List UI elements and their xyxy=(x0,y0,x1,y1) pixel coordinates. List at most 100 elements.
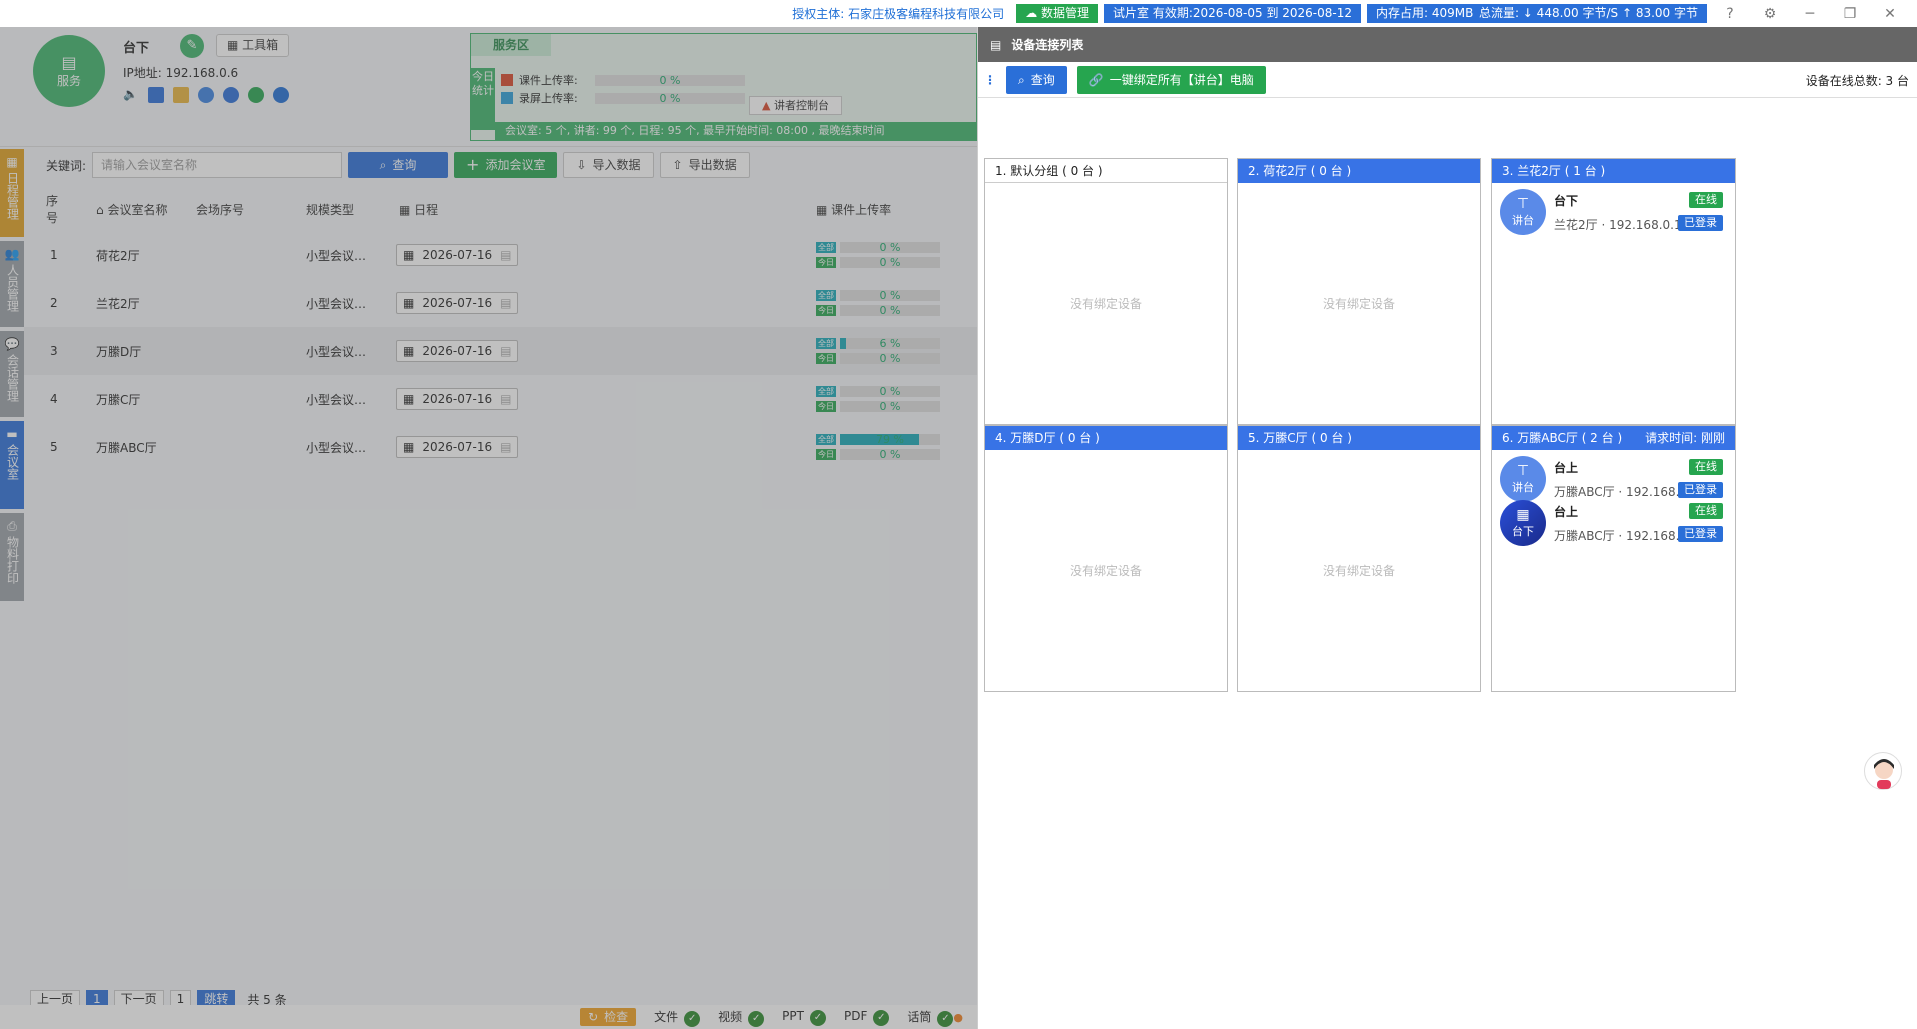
panel-query-button[interactable]: ⌕ 查询 xyxy=(1006,65,1067,94)
upload-all-bar: 6 % xyxy=(840,338,940,349)
status-file: 文件 ✓ xyxy=(654,1008,701,1027)
help-icon[interactable]: ? xyxy=(1713,6,1747,22)
row-type: 小型会议… xyxy=(306,296,367,311)
printer-icon: ⎙ xyxy=(7,519,17,533)
group-header[interactable]: 2. 荷花2厅 ( 0 台 ) xyxy=(1238,159,1480,183)
upload-today-bar: 0 % xyxy=(840,305,940,316)
upload-all: 全部 0 % xyxy=(816,242,956,253)
row-upload-rate: 全部 0 % 今日 0 % xyxy=(816,290,956,316)
upload-today-bar: 0 % xyxy=(840,401,940,412)
device-name: 台上 xyxy=(1554,505,1579,519)
device-card[interactable]: ⊤ 讲台 台上 万縢ABC厅 · 192.168.0.5 在线 已登录 xyxy=(1500,456,1727,504)
speaker-console-button[interactable]: ▲ 讲者控制台 xyxy=(749,96,842,115)
group-header[interactable]: 6. 万縢ABC厅 ( 2 台 ) 请求时间: 刚刚 xyxy=(1492,426,1735,450)
bind-all-label: 一键绑定所有【讲台】电脑 xyxy=(1109,72,1254,87)
device-name: 台下 xyxy=(1554,194,1579,208)
restore-button[interactable]: ❐ xyxy=(1833,6,1867,22)
schedule-date: 2026-07-16 xyxy=(422,248,493,262)
drag-handle-icon[interactable]: ⋮ xyxy=(984,73,996,87)
qq-icon[interactable] xyxy=(273,87,289,103)
check-button[interactable]: ↻ 检查 xyxy=(580,1008,637,1026)
nav-meeting-room-label: 会议室 xyxy=(5,444,20,480)
minimize-button[interactable]: ─ xyxy=(1793,6,1827,22)
search-icon: ⌕ xyxy=(1018,72,1025,87)
table-row[interactable]: 4 万縢C厅 小型会议… ▦ 2026-07-16 ▤ 全部 0 % 今日 0 % xyxy=(24,375,977,423)
settings-gear-icon[interactable]: ⚙ xyxy=(1753,6,1787,22)
nav-meeting-room[interactable]: ▬ 会议室 xyxy=(0,421,24,509)
schedule-date-button[interactable]: ▦ 2026-07-16 ▤ xyxy=(396,436,519,458)
group-header[interactable]: 4. 万縢D厅 ( 0 台 ) xyxy=(985,426,1227,450)
group-title: 1. 默认分组 ( 0 台 ) xyxy=(995,164,1103,178)
device-panel: ▤ 设备连接列表 ⋮ ⌕ 查询 🔗 一键绑定所有【讲台】电脑 设备在线总数: 3 台… xyxy=(977,27,1917,1029)
toolbox-button[interactable]: ▦ 工具箱 xyxy=(216,34,290,57)
quick-icons: 🔈 xyxy=(123,87,289,103)
status-mic-label: 话筒 xyxy=(907,1009,932,1024)
wechat-icon[interactable] xyxy=(248,87,264,103)
schedule-date-button[interactable]: ▦ 2026-07-16 ▤ xyxy=(396,388,519,410)
tag-all: 全部 xyxy=(816,386,836,397)
import-button[interactable]: ⇩ 导入数据 xyxy=(563,152,654,178)
group-title: 4. 万縢D厅 ( 0 台 ) xyxy=(995,431,1100,445)
keyword-label: 关键词: xyxy=(46,158,87,173)
assistant-face-icon xyxy=(1874,759,1894,789)
logged-in-badge[interactable]: 已登录 xyxy=(1678,482,1723,498)
row-name: 万縢ABC厅 xyxy=(96,440,157,455)
group-title: 5. 万縢C厅 ( 0 台 ) xyxy=(1248,431,1352,445)
table-row[interactable]: 1 荷花2厅 小型会议… ▦ 2026-07-16 ▤ 全部 0 % 今日 0 % xyxy=(24,231,977,279)
schedule-date-button[interactable]: ▦ 2026-07-16 ▤ xyxy=(396,292,519,314)
nav-schedule[interactable]: ▦ 日程管理 xyxy=(0,149,24,237)
close-button[interactable]: ✕ xyxy=(1873,6,1907,22)
upload-all: 全部 79 % xyxy=(816,434,956,445)
col-upload-label: 课件上传率 xyxy=(831,202,892,217)
row-schedule: ▦ 2026-07-16 ▤ xyxy=(396,436,816,458)
nav-people[interactable]: 👥 人员管理 xyxy=(0,241,24,327)
nav-session[interactable]: 💬 会话管理 xyxy=(0,331,24,417)
edit-icon[interactable]: ✎ xyxy=(180,34,204,58)
row-upload-rate: 全部 79 % 今日 0 % xyxy=(816,434,956,460)
add-room-button[interactable]: + 添加会议室 xyxy=(454,152,558,178)
schedule-date-button[interactable]: ▦ 2026-07-16 ▤ xyxy=(396,244,519,266)
tag-today: 今日 xyxy=(816,449,836,460)
nav-print[interactable]: ⎙ 物料打印 xyxy=(0,513,24,601)
logo-label: 服务 xyxy=(56,74,81,88)
upload-all: 全部 0 % xyxy=(816,386,956,397)
speaker-icon[interactable]: 🔈 xyxy=(123,87,139,103)
empty-group-text: 没有绑定设备 xyxy=(1069,297,1142,311)
row-schedule: ▦ 2026-07-16 ▤ xyxy=(396,244,816,266)
col-schedule-label: 日程 xyxy=(414,202,439,217)
status-pdf-label: PDF xyxy=(843,1008,868,1023)
table-row[interactable]: 5 万縢ABC厅 小型会议… ▦ 2026-07-16 ▤ 全部 79 % 今日 0 % xyxy=(24,423,977,471)
device-card[interactable]: ▦ 台下 台上 万縢ABC厅 · 192.168.0.2 在线 已登录 xyxy=(1500,500,1727,548)
logged-in-badge[interactable]: 已登录 xyxy=(1678,215,1723,231)
query-button[interactable]: ⌕ 查询 xyxy=(348,152,449,178)
empty-group-text: 没有绑定设备 xyxy=(1322,297,1395,311)
table-row[interactable]: 3 万縢D厅 小型会议… ▦ 2026-07-16 ▤ 全部 6 % 今日 0 % xyxy=(24,327,977,375)
bind-all-button[interactable]: 🔗 一键绑定所有【讲台】电脑 xyxy=(1076,65,1266,94)
status-ppt: PPT ✓ xyxy=(782,1009,826,1026)
auth-company[interactable]: 石家庄极客编程科技有限公司 xyxy=(848,7,1004,21)
browser-icon[interactable] xyxy=(223,87,239,103)
globe-icon[interactable] xyxy=(198,87,214,103)
device-card[interactable]: ⊤ 讲台 台下 兰花2厅 · 192.168.0.17 在线 已登录 xyxy=(1500,189,1727,237)
title-bar: 授权主体: 石家庄极客编程科技有限公司 ☁ 数据管理 试片室 有效期:2026-… xyxy=(0,0,1917,27)
tag-all: 全部 xyxy=(816,242,836,253)
upload-today: 今日 0 % xyxy=(816,305,956,316)
logged-in-badge[interactable]: 已登录 xyxy=(1678,526,1723,542)
schedule-date-button[interactable]: ▦ 2026-07-16 ▤ xyxy=(396,340,519,362)
table-row[interactable]: 2 兰花2厅 小型会议… ▦ 2026-07-16 ▤ 全部 0 % 今日 0 % xyxy=(24,279,977,327)
room-search-input[interactable]: 请输入会议室名称 xyxy=(92,152,343,178)
group-header[interactable]: 3. 兰花2厅 ( 1 台 ) xyxy=(1492,159,1735,183)
assistant-avatar[interactable] xyxy=(1864,752,1902,790)
device-avatar: ⊤ 讲台 xyxy=(1500,456,1546,502)
calendar-icon: ▦ xyxy=(403,248,415,262)
row-no: 4 xyxy=(50,392,58,406)
folder-icon[interactable] xyxy=(173,87,189,103)
group-header[interactable]: 1. 默认分组 ( 0 台 ) xyxy=(985,159,1227,183)
group-header[interactable]: 5. 万縢C厅 ( 0 台 ) xyxy=(1238,426,1480,450)
row-type: 小型会议… xyxy=(306,344,367,359)
tag-today: 今日 xyxy=(816,401,836,412)
row-type: 小型会议… xyxy=(306,392,367,407)
export-button[interactable]: ⇧ 导出数据 xyxy=(659,152,750,178)
monitor-icon[interactable] xyxy=(148,87,164,103)
data-management-button[interactable]: ☁ 数据管理 xyxy=(1016,4,1099,23)
